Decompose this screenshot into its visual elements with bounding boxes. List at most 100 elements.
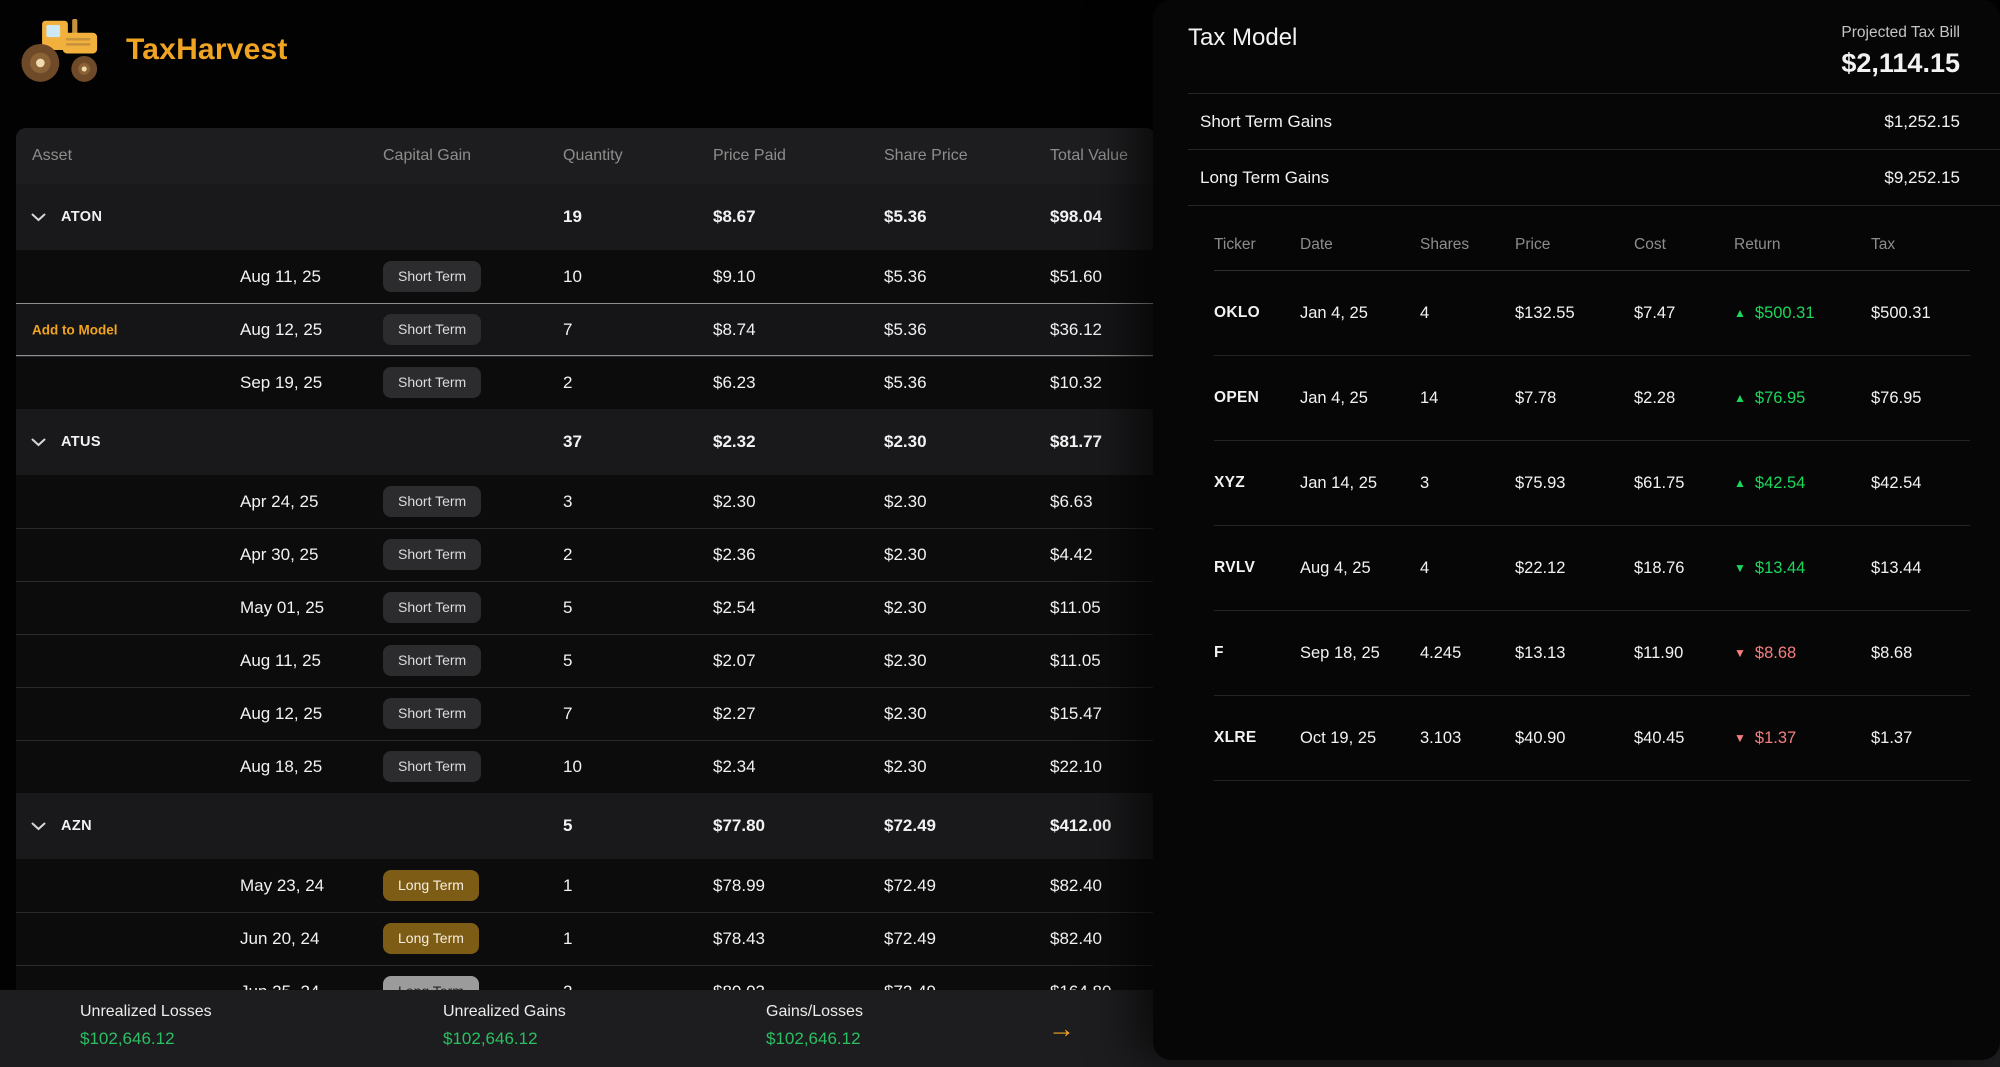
chevron-down-icon[interactable] <box>31 213 46 222</box>
column-header-date: Date <box>1300 236 1420 254</box>
asset-group-row[interactable]: ATON 19 $8.67 $5.36 $98.04 <box>16 184 1156 250</box>
lot-total-value: $10.32 <box>1050 373 1156 393</box>
asset-group-row[interactable]: AZN 5 $77.80 $72.49 $412.00 <box>16 793 1156 859</box>
stat-label: Unrealized Gains <box>443 1003 566 1021</box>
column-header-shares: Shares <box>1420 236 1515 254</box>
group-price-paid: $2.32 <box>713 432 884 452</box>
model-tax: $8.68 <box>1871 644 1970 663</box>
lot-row[interactable]: Sep 19, 25 Short Term 2 $6.23 $5.36 $10.… <box>16 356 1156 409</box>
lot-price-paid: $9.10 <box>713 267 884 287</box>
model-return-value: $1.37 <box>1755 729 1796 748</box>
group-share-price: $2.30 <box>884 432 1050 452</box>
lot-row[interactable]: Aug 12, 25 Short Term 7 $2.27 $2.30 $15.… <box>16 687 1156 740</box>
model-row[interactable]: RVLV Aug 4, 25 4 $22.12 $18.76 ▼ $13.44 … <box>1214 526 1970 611</box>
lot-quantity: 10 <box>563 757 713 777</box>
model-cost: $40.45 <box>1634 729 1734 748</box>
triangle-up-icon: ▲ <box>1734 391 1746 405</box>
app-header: TaxHarvest <box>0 0 288 100</box>
model-tax: $13.44 <box>1871 559 1970 578</box>
chevron-down-icon[interactable] <box>31 438 46 447</box>
model-return-value: $76.95 <box>1755 389 1805 408</box>
asset-ticker: ATON <box>61 209 102 225</box>
stat-value: $102,646.12 <box>80 1029 212 1049</box>
model-tax: $42.54 <box>1871 474 1970 493</box>
model-shares: 4 <box>1420 559 1515 578</box>
model-return: ▲ $76.95 <box>1734 389 1871 408</box>
lot-total-value: $36.12 <box>1050 320 1156 340</box>
add-to-model-button[interactable]: Add to Model <box>32 322 117 337</box>
lot-price-paid: $2.30 <box>713 492 884 512</box>
lot-row[interactable]: Aug 11, 25 Short Term 5 $2.07 $2.30 $11.… <box>16 634 1156 687</box>
arrow-right-icon[interactable]: → <box>1048 1013 1075 1044</box>
column-header-ticker: Ticker <box>1214 236 1300 254</box>
lot-share-price: $72.49 <box>884 876 1050 896</box>
model-row[interactable]: OKLO Jan 4, 25 4 $132.55 $7.47 ▲ $500.31… <box>1214 271 1970 356</box>
lot-row[interactable]: May 01, 25 Short Term 5 $2.54 $2.30 $11.… <box>16 581 1156 634</box>
model-ticker: OKLO <box>1214 304 1300 322</box>
lot-quantity: 2 <box>563 373 713 393</box>
model-shares: 3.103 <box>1420 729 1515 748</box>
lot-total-value: $11.05 <box>1050 598 1156 618</box>
lot-share-price: $2.30 <box>884 545 1050 565</box>
chevron-down-icon[interactable] <box>31 822 46 831</box>
column-header-share-price: Share Price <box>884 147 1050 165</box>
asset-ticker: AZN <box>61 818 92 834</box>
lot-row[interactable]: Aug 11, 25 Short Term 10 $9.10 $5.36 $51… <box>16 250 1156 303</box>
asset-group-row[interactable]: ATUS 37 $2.32 $2.30 $81.77 <box>16 409 1156 475</box>
model-price: $22.12 <box>1515 559 1634 578</box>
model-row[interactable]: F Sep 18, 25 4.245 $13.13 $11.90 ▼ $8.68… <box>1214 611 1970 696</box>
model-cost: $7.47 <box>1634 304 1734 323</box>
column-header-total-value: Total Value <box>1050 147 1156 165</box>
lot-date: Aug 12, 25 <box>240 704 322 724</box>
lot-date: Aug 11, 25 <box>240 267 321 287</box>
lot-row[interactable]: Apr 30, 25 Short Term 2 $2.36 $2.30 $4.4… <box>16 528 1156 581</box>
projected-tax-bill-label: Projected Tax Bill <box>1841 24 1960 42</box>
term-badge: Short Term <box>383 539 481 570</box>
lot-row[interactable]: Jun 20, 24 Long Term 1 $78.43 $72.49 $82… <box>16 912 1156 965</box>
panel-title: Tax Model <box>1188 24 1297 52</box>
lot-quantity: 7 <box>563 320 713 340</box>
model-ticker: OPEN <box>1214 389 1300 407</box>
lot-date: Aug 11, 25 <box>240 651 321 671</box>
lot-row[interactable]: May 23, 24 Long Term 1 $78.99 $72.49 $82… <box>16 859 1156 912</box>
model-row[interactable]: OPEN Jan 4, 25 14 $7.78 $2.28 ▲ $76.95 $… <box>1214 356 1970 441</box>
unrealized-losses-stat: Unrealized Losses $102,646.12 <box>80 1003 212 1049</box>
model-date: Sep 18, 25 <box>1300 644 1420 663</box>
model-row[interactable]: XYZ Jan 14, 25 3 $75.93 $61.75 ▲ $42.54 … <box>1214 441 1970 526</box>
lot-row[interactable]: Aug 18, 25 Short Term 10 $2.34 $2.30 $22… <box>16 740 1156 793</box>
lot-total-value: $82.40 <box>1050 876 1156 896</box>
group-price-paid: $77.80 <box>713 816 884 836</box>
model-date: Jan 14, 25 <box>1300 474 1420 493</box>
stat-label: Gains/Losses <box>766 1003 863 1021</box>
app-title: TaxHarvest <box>126 33 288 67</box>
unrealized-gains-stat: Unrealized Gains $102,646.12 <box>443 1003 566 1049</box>
group-share-price: $5.36 <box>884 207 1050 227</box>
panel-header: Tax Model Projected Tax Bill $2,114.15 <box>1153 0 2000 93</box>
projected-tax-bill-value: $2,114.15 <box>1841 48 1960 79</box>
term-badge: Short Term <box>383 367 481 398</box>
gains-label: Long Term Gains <box>1200 168 1329 188</box>
holdings-table-header: Asset Capital Gain Quantity Price Paid S… <box>16 128 1156 184</box>
lot-price-paid: $8.74 <box>713 320 884 340</box>
lot-quantity: 10 <box>563 267 713 287</box>
stat-value: $102,646.12 <box>443 1029 566 1049</box>
lot-share-price: $5.36 <box>884 373 1050 393</box>
group-total-value: $81.77 <box>1050 432 1156 452</box>
model-price: $13.13 <box>1515 644 1634 663</box>
lot-date: Jun 20, 24 <box>240 929 319 949</box>
stat-value: $102,646.12 <box>766 1029 863 1049</box>
model-row[interactable]: XLRE Oct 19, 25 3.103 $40.90 $40.45 ▼ $1… <box>1214 696 1970 781</box>
column-header-cost: Cost <box>1634 236 1734 254</box>
model-return-value: $500.31 <box>1755 304 1815 323</box>
model-return: ▼ $8.68 <box>1734 644 1871 663</box>
lot-price-paid: $78.99 <box>713 876 884 896</box>
triangle-down-icon: ▼ <box>1734 731 1746 745</box>
lot-row[interactable]: Apr 24, 25 Short Term 3 $2.30 $2.30 $6.6… <box>16 475 1156 528</box>
model-date: Aug 4, 25 <box>1300 559 1420 578</box>
lot-quantity: 5 <box>563 651 713 671</box>
lot-row-hovered[interactable]: Add to Model Aug 12, 25 Short Term 7 $8.… <box>16 303 1156 356</box>
lot-price-paid: $6.23 <box>713 373 884 393</box>
model-tax: $1.37 <box>1871 729 1970 748</box>
lot-quantity: 1 <box>563 929 713 949</box>
lot-share-price: $2.30 <box>884 598 1050 618</box>
